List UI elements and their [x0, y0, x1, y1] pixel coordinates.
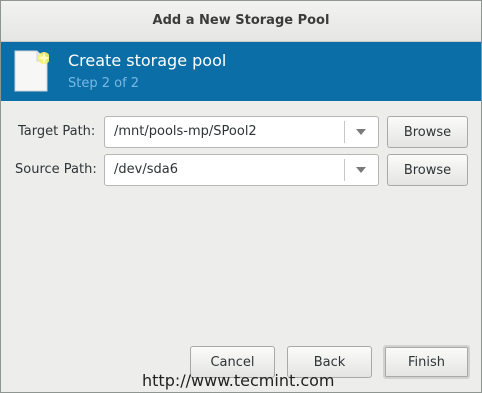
storage-pool-dialog: Add a New Storage Pool Create storage po… [0, 0, 482, 393]
chevron-down-icon[interactable] [356, 129, 366, 135]
banner-title: Create storage pool [68, 51, 227, 70]
combo-divider [344, 121, 345, 143]
chevron-down-icon[interactable] [356, 167, 366, 173]
new-document-icon [14, 50, 49, 92]
source-path-combo[interactable]: /dev/sda6 [104, 154, 379, 186]
target-path-combo[interactable]: /mnt/pools-mp/SPool2 [104, 116, 379, 148]
target-browse-button[interactable]: Browse [387, 116, 468, 148]
source-path-label: Source Path: [15, 162, 97, 177]
source-browse-button[interactable]: Browse [387, 154, 468, 186]
target-path-value[interactable]: /mnt/pools-mp/SPool2 [114, 124, 257, 139]
watermark-url: http://www.tecmint.com [142, 371, 335, 390]
source-path-value[interactable]: /dev/sda6 [114, 162, 178, 177]
finish-button[interactable]: Finish [383, 345, 470, 379]
step-indicator: Step 2 of 2 [68, 76, 140, 91]
target-path-label: Target Path: [18, 124, 96, 139]
header-banner: Create storage pool Step 2 of 2 [1, 42, 481, 101]
combo-divider [344, 159, 345, 181]
window-title: Add a New Storage Pool [1, 1, 481, 42]
